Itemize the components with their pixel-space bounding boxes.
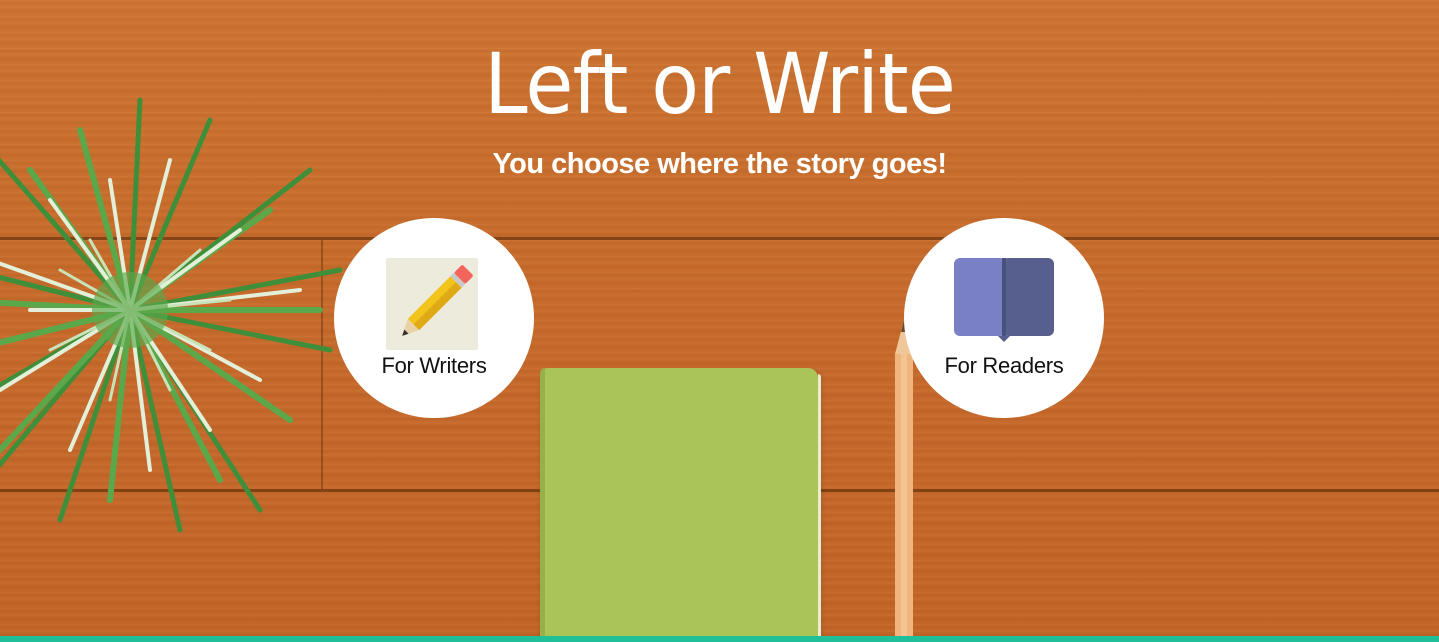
notebook-image [540, 368, 821, 642]
open-book-icon [954, 258, 1054, 342]
page-title: Left or Write [484, 35, 956, 133]
for-writers-button[interactable]: For Writers [334, 218, 534, 418]
pencil-icon [386, 258, 478, 350]
notebook-page-edge [818, 374, 821, 642]
notebook-spine [540, 368, 545, 642]
landing-page: Left or Write You choose where the story… [0, 0, 1439, 642]
page-subtitle: You choose where the story goes! [492, 148, 947, 180]
for-readers-button[interactable]: For Readers [904, 218, 1104, 418]
for-readers-label: For Readers [944, 353, 1064, 378]
for-writers-label: For Writers [381, 353, 487, 378]
accent-bar [0, 636, 1439, 642]
